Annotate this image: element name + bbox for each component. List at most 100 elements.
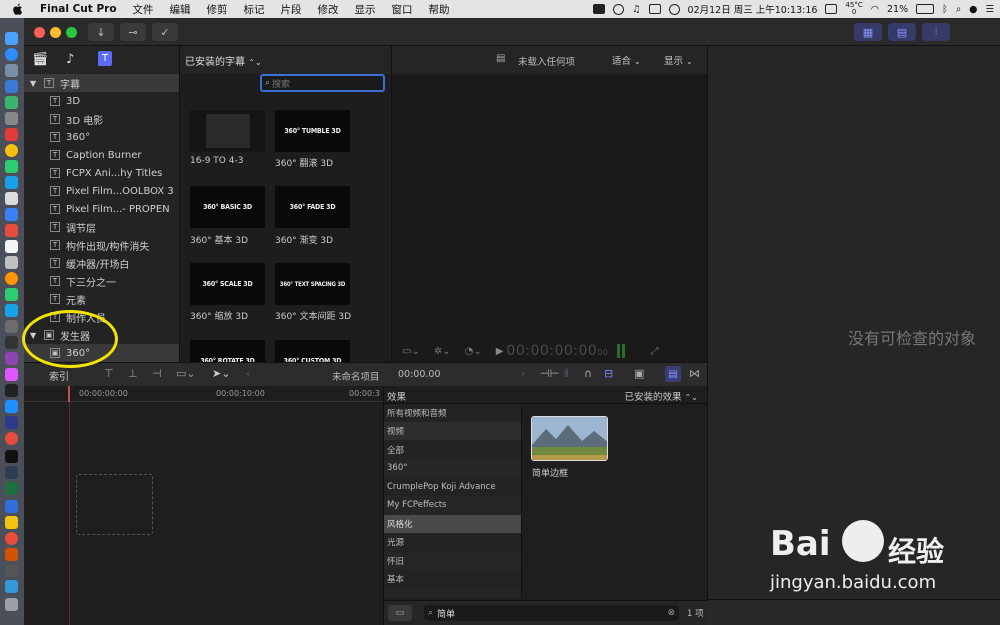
effect-thumbnail[interactable] — [531, 416, 608, 461]
search-field[interactable]: ⌕ 搜索 — [260, 74, 385, 92]
menu-help[interactable]: 帮助 — [429, 2, 450, 17]
bluetooth-icon[interactable]: ᛒ — [942, 4, 948, 15]
app-icon-6[interactable] — [5, 128, 18, 141]
sidebar-item[interactable]: T 构件出现/构件消失 — [24, 236, 179, 254]
titles-generators-icon[interactable]: T — [98, 51, 112, 66]
import-button[interactable]: ↓ — [88, 23, 114, 41]
sidebar-item[interactable]: T Caption Burner — [24, 146, 179, 164]
app-icon-21[interactable] — [5, 368, 18, 381]
audio-skimming-icon[interactable]: ⫴ — [564, 367, 569, 381]
menu-edit[interactable]: 编辑 — [170, 2, 191, 17]
overwrite-clip-icon[interactable]: ▭⌄ — [176, 367, 196, 380]
effects-search-field[interactable]: ⌕ 简单 ⊗ — [424, 605, 679, 621]
sidebar-item[interactable]: T 元素 — [24, 290, 179, 308]
sidebar-item[interactable]: T 3D 电影 — [24, 110, 179, 128]
menu-file[interactable]: 文件 — [133, 2, 154, 17]
app-icon-4[interactable] — [5, 96, 18, 109]
playhead[interactable] — [68, 386, 70, 402]
apple-icon[interactable] — [12, 3, 24, 15]
message-icon[interactable] — [648, 4, 661, 14]
launchpad-icon[interactable] — [5, 64, 18, 77]
app-icon-23[interactable] — [5, 400, 18, 413]
app-icon-3[interactable] — [5, 80, 18, 93]
effects-category[interactable]: CrumplePop Koji Advance — [384, 478, 521, 496]
title-thumbnail[interactable]: 360° TUMBLE 3D — [275, 110, 350, 152]
title-thumbnail[interactable]: 360° SCALE 3D — [190, 263, 265, 305]
chrome-icon[interactable] — [5, 144, 18, 157]
app-icon-12[interactable] — [5, 224, 18, 237]
trash-icon[interactable] — [5, 598, 18, 611]
battery-icon[interactable] — [916, 4, 935, 14]
search-icon[interactable]: ⌕ — [956, 4, 961, 15]
show-timeline-toggle[interactable]: ▤ — [888, 23, 916, 41]
gauge-icon[interactable] — [668, 3, 680, 15]
speed-icon[interactable]: ◔⌄ — [465, 346, 482, 357]
skimming-icon[interactable]: ⊣⊢ — [540, 367, 559, 380]
app-icon-34[interactable] — [5, 580, 18, 593]
temperature-readout[interactable]: 45°C 0 — [845, 2, 862, 16]
view-options-dropdown[interactable]: 显示 ⌄ — [664, 53, 693, 67]
app-icon-16[interactable] — [5, 288, 18, 301]
photos-audio-icon[interactable]: ♪ — [66, 52, 74, 67]
effects-category[interactable]: 所有视频和音频 — [384, 404, 521, 422]
app-icon-9[interactable] — [5, 176, 18, 189]
menu-mark[interactable]: 标记 — [244, 2, 265, 17]
transitions-browser-icon[interactable]: ⋈ — [689, 367, 700, 380]
music-icon[interactable]: ♫ — [632, 4, 641, 15]
app-icon-15[interactable] — [5, 272, 18, 285]
effects-category-selected[interactable]: 风格化 — [384, 515, 521, 533]
sidebar-section-titles[interactable]: ▼ T 字幕 — [24, 74, 179, 92]
app-icon-31[interactable] — [5, 532, 18, 545]
index-button[interactable]: 索引 — [49, 368, 69, 383]
app-icon-19[interactable] — [5, 336, 18, 349]
headphones-icon[interactable]: ∩ — [584, 367, 592, 380]
empty-clip-placeholder[interactable] — [76, 474, 153, 535]
app-icon-25[interactable] — [5, 432, 18, 445]
close-window-button[interactable] — [34, 27, 45, 38]
minimize-window-button[interactable] — [50, 27, 61, 38]
timeline[interactable]: 00:00:00:00 00:00:10:00 00:00:3 — [24, 386, 383, 625]
sidebar-item[interactable]: T 缓冲器/开场白 — [24, 254, 179, 272]
sidebar-item[interactable]: T Pixel Film...- PROPEN — [24, 200, 179, 218]
menu-view[interactable]: 显示 — [355, 2, 376, 17]
effects-browser-icon[interactable]: ▤ — [665, 366, 681, 382]
wifi-icon[interactable]: ◠ — [871, 4, 879, 15]
play-icon[interactable]: ▶ — [496, 346, 504, 357]
menu-trim[interactable]: 修剪 — [207, 2, 228, 17]
clip-appearance-icon[interactable]: ▣ — [634, 367, 644, 380]
user-icon[interactable]: ● — [969, 4, 977, 15]
app-icon-32[interactable] — [5, 548, 18, 561]
sidebar-toggle-icon[interactable]: ▭ — [388, 605, 412, 621]
effects-category[interactable]: 基本 — [384, 570, 521, 588]
app-icon-13[interactable] — [5, 240, 18, 253]
app-icon-8[interactable] — [5, 160, 18, 173]
zoom-window-button[interactable] — [66, 27, 77, 38]
app-icon-28[interactable] — [5, 482, 18, 495]
forward-arrow-icon[interactable]: › — [521, 367, 525, 380]
background-tasks-button[interactable]: ✓ — [152, 23, 178, 41]
back-arrow-icon[interactable]: ‹ — [246, 367, 250, 380]
app-icon-20[interactable] — [5, 352, 18, 365]
app-icon-22[interactable] — [5, 384, 18, 397]
effects-category[interactable]: ... — [384, 589, 521, 598]
menu-modify[interactable]: 修改 — [318, 2, 339, 17]
menu-clip[interactable]: 片段 — [281, 2, 302, 17]
effects-category[interactable]: 视频 — [384, 422, 521, 440]
app-icon-5[interactable] — [5, 112, 18, 125]
sidebar-item[interactable]: T 360° — [24, 128, 179, 146]
app-icon-24[interactable] — [5, 416, 18, 429]
transform-icon[interactable]: ▭⌄ — [402, 346, 420, 357]
title-thumbnail[interactable]: 360° BASIC 3D — [190, 186, 265, 228]
app-icon-26[interactable] — [5, 450, 18, 463]
menu-window[interactable]: 窗口 — [392, 2, 413, 17]
disclosure-triangle-icon[interactable]: ▼ — [30, 79, 40, 88]
zoom-fit-dropdown[interactable]: 适合 ⌄ — [612, 53, 641, 67]
effects-category[interactable]: My FCPeffects — [384, 496, 521, 514]
show-browser-toggle[interactable]: ▦ — [854, 23, 882, 41]
app-icon-27[interactable] — [5, 466, 18, 479]
app-icon-29[interactable] — [5, 500, 18, 513]
effects-category[interactable]: 全部 — [384, 441, 521, 459]
effects-category[interactable]: 360° — [384, 459, 521, 477]
app-icon-18[interactable] — [5, 320, 18, 333]
append-clip-icon[interactable]: ⊣ — [152, 367, 162, 380]
